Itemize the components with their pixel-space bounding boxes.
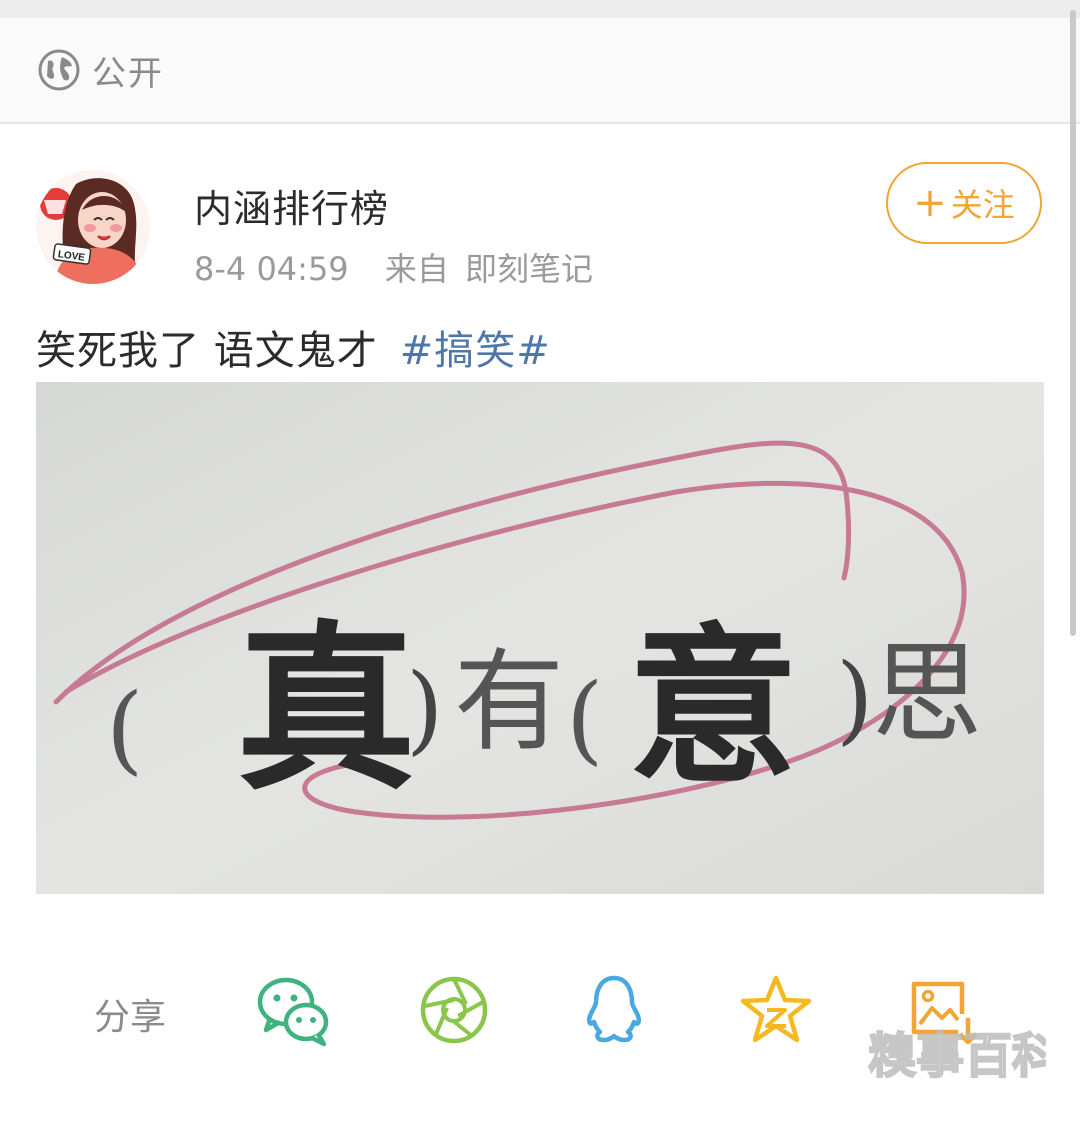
qq-icon <box>586 975 642 1043</box>
wechat-icon <box>257 977 329 1047</box>
avatar-illustration: LOVE <box>36 170 150 284</box>
globe-icon <box>38 49 80 91</box>
follow-label: 关注 <box>950 186 1015 224</box>
author-name[interactable]: 内涵排行榜 <box>194 178 389 233</box>
post-meta: 8-4 04:59 来自 即刻笔记 <box>194 244 593 290</box>
share-moments-button[interactable] <box>414 970 494 1050</box>
svg-text:糗事百科: 糗事百科 <box>868 1028 1046 1084</box>
tail-char: 思 <box>872 630 982 758</box>
answer-1: 真 <box>236 604 416 815</box>
close-paren-2: ) <box>836 643 873 755</box>
open-paren-2: ( <box>566 663 603 775</box>
open-paren-1: ( <box>106 673 143 785</box>
post-body: 笑死我了 语文鬼才 <box>36 328 378 374</box>
share-wechat-button[interactable] <box>254 970 334 1050</box>
visibility-label: 公开 <box>92 53 164 94</box>
hashtag-link[interactable]: #搞笑# <box>400 328 551 374</box>
moments-icon <box>420 976 488 1044</box>
post-text: 笑死我了 语文鬼才 #搞笑# <box>36 318 551 376</box>
source-app[interactable]: 即刻笔记 <box>465 250 593 288</box>
post-image[interactable]: ( 真 ) 有 ( 意 ) 思 <box>36 382 1044 894</box>
avatar[interactable]: LOVE <box>36 170 150 284</box>
qzone-icon <box>740 975 812 1043</box>
top-strip <box>0 0 1080 18</box>
plus-icon: + <box>913 180 947 226</box>
scrollbar[interactable] <box>1070 10 1076 636</box>
share-qq-button[interactable] <box>574 970 654 1050</box>
answer-2: 意 <box>628 607 798 807</box>
follow-button[interactable]: + 关注 <box>886 162 1042 244</box>
visibility-bar[interactable]: 公开 <box>0 18 1080 124</box>
post-detail-screen: 公开 LOVE 内涵排行榜 8-4 04:59 来自 即刻笔记 + 关注 笑死我… <box>0 0 1080 1126</box>
share-label: 分享 <box>94 997 167 1038</box>
share-qzone-button[interactable] <box>736 970 816 1050</box>
watermark-logo: 糗事百科 <box>867 1027 1061 1085</box>
middle-char: 有 <box>454 638 564 766</box>
source-label: 来自 <box>384 250 449 288</box>
timestamp: 8-4 04:59 <box>194 250 349 288</box>
watermark: 糗事百科 <box>866 1010 1061 1092</box>
homework-photo: ( 真 ) 有 ( 意 ) 思 <box>36 382 1044 894</box>
close-paren-1: ) <box>406 653 443 765</box>
